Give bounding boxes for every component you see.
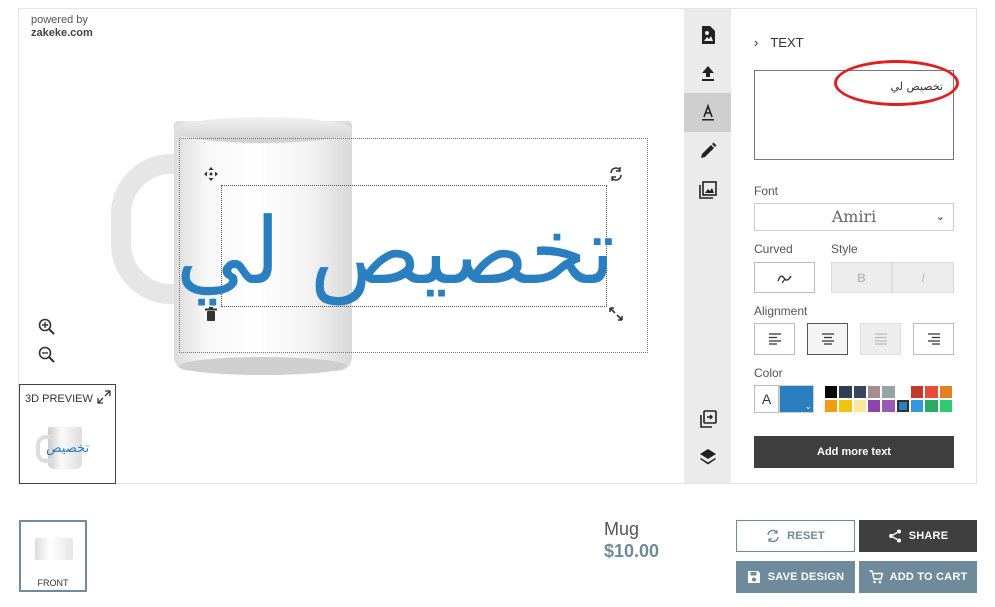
text-options-panel: › TEXT تخصيص لي Font Amiri ⌄ Curved Style… bbox=[754, 9, 976, 483]
align-right-icon bbox=[927, 333, 940, 345]
image-gallery-icon bbox=[698, 180, 717, 199]
color-swatch[interactable] bbox=[895, 399, 910, 413]
chevron-down-icon: ⌄ bbox=[804, 401, 812, 411]
chevron-down-icon: ⌄ bbox=[935, 210, 945, 223]
color-swatch[interactable] bbox=[866, 399, 882, 413]
product-name: Mug bbox=[604, 519, 640, 539]
align-left-button[interactable] bbox=[754, 323, 795, 355]
color-swatch[interactable] bbox=[852, 385, 867, 399]
color-swatch[interactable] bbox=[824, 399, 839, 413]
side-label: FRONT bbox=[37, 578, 69, 588]
product-price: $10.00 bbox=[604, 541, 660, 561]
zakeke-link[interactable]: zakeke.com bbox=[31, 27, 93, 40]
align-center-button[interactable] bbox=[807, 323, 848, 355]
align-left-icon bbox=[768, 333, 781, 345]
alignment-label: Alignment bbox=[754, 304, 808, 318]
add-more-text-button[interactable]: Add more text bbox=[754, 436, 954, 468]
color-swatch[interactable] bbox=[938, 385, 953, 399]
3d-mug-preview: تخصيص bbox=[36, 427, 89, 469]
text-tool-button[interactable] bbox=[684, 93, 731, 132]
copy-sides-tool-button[interactable] bbox=[684, 399, 731, 438]
align-right-button[interactable] bbox=[913, 323, 954, 355]
side-thumbnail-front[interactable]: FRONT bbox=[19, 520, 87, 592]
add-to-cart-label: ADD TO CART bbox=[889, 571, 968, 583]
share-label: SHARE bbox=[908, 530, 949, 542]
style-label: Style bbox=[831, 242, 858, 256]
color-swatch[interactable] bbox=[866, 385, 882, 399]
font-select-value: Amiri bbox=[831, 207, 877, 226]
resize-handle-icon[interactable] bbox=[607, 307, 625, 325]
expand-icon[interactable] bbox=[97, 390, 111, 404]
3d-preview-label: 3D PREVIEW bbox=[25, 393, 93, 405]
draw-icon bbox=[700, 142, 716, 158]
text-tool-icon bbox=[701, 103, 714, 120]
move-handle-icon[interactable] bbox=[202, 167, 220, 185]
highlight-annotation bbox=[834, 60, 959, 106]
3d-preview-panel[interactable]: 3D PREVIEW تخصيص bbox=[19, 384, 116, 484]
curved-label: Curved bbox=[754, 242, 793, 256]
zoom-out-icon[interactable] bbox=[37, 345, 61, 369]
zoom-in-icon[interactable] bbox=[37, 317, 61, 341]
curved-toggle-button[interactable] bbox=[754, 262, 815, 293]
font-select[interactable]: Amiri ⌄ bbox=[754, 203, 954, 231]
color-palette bbox=[824, 385, 953, 413]
product-customizer: powered by zakeke.com تخصيص لي 3D PREVIE… bbox=[18, 8, 977, 484]
color-letter-preview: A bbox=[754, 385, 779, 413]
color-swatch[interactable] bbox=[909, 385, 925, 399]
save-design-label: SAVE DESIGN bbox=[767, 571, 845, 583]
template-icon bbox=[701, 25, 715, 44]
reset-icon bbox=[767, 529, 779, 543]
share-button[interactable]: SHARE bbox=[859, 520, 977, 552]
template-tool-button[interactable] bbox=[684, 15, 731, 54]
color-swatch[interactable] bbox=[852, 399, 867, 413]
powered-by-branding[interactable]: powered by zakeke.com bbox=[31, 14, 93, 40]
color-swatch[interactable] bbox=[924, 385, 939, 399]
color-swatch[interactable] bbox=[938, 399, 953, 413]
color-swatch[interactable] bbox=[924, 399, 939, 413]
reset-label: RESET bbox=[787, 530, 825, 542]
copy-to-sides-icon bbox=[699, 409, 717, 428]
align-justify-button[interactable] bbox=[860, 323, 901, 355]
color-swatch[interactable] bbox=[909, 399, 925, 413]
add-to-cart-button[interactable]: ADD TO CART bbox=[859, 561, 977, 593]
layers-tool-button[interactable] bbox=[684, 437, 731, 476]
italic-button[interactable]: I bbox=[892, 262, 954, 293]
cart-icon bbox=[869, 570, 883, 584]
mug-base-image bbox=[179, 357, 347, 375]
save-design-button[interactable]: SAVE DESIGN bbox=[736, 561, 855, 593]
powered-by-text: powered by bbox=[31, 14, 88, 26]
draw-tool-button[interactable] bbox=[684, 131, 731, 170]
3d-preview-text: تخصيص bbox=[46, 441, 90, 456]
rotate-handle-icon[interactable] bbox=[607, 166, 625, 184]
upload-icon bbox=[701, 65, 714, 81]
upload-tool-button[interactable] bbox=[684, 53, 731, 92]
layers-icon bbox=[699, 448, 716, 464]
color-swatch[interactable] bbox=[824, 385, 839, 399]
align-justify-icon bbox=[874, 333, 887, 345]
text-section-header[interactable]: › TEXT bbox=[754, 35, 804, 50]
chevron-right-icon: › bbox=[754, 35, 759, 50]
color-swatch[interactable] bbox=[838, 399, 853, 413]
align-center-icon bbox=[821, 333, 834, 345]
reset-button[interactable]: RESET bbox=[736, 520, 855, 552]
color-swatch[interactable] bbox=[881, 385, 896, 399]
color-swatch[interactable] bbox=[881, 399, 896, 413]
curved-text-icon bbox=[776, 274, 792, 283]
color-swatch[interactable] bbox=[895, 385, 910, 399]
color-label: Color bbox=[754, 366, 783, 380]
bold-button[interactable]: B bbox=[831, 262, 892, 293]
image-tool-button[interactable] bbox=[684, 170, 731, 209]
front-side-mug-thumbnail bbox=[35, 538, 73, 560]
color-swatch[interactable] bbox=[838, 385, 853, 399]
font-label: Font bbox=[754, 184, 779, 198]
tool-sidebar bbox=[684, 9, 731, 483]
delete-handle-icon[interactable] bbox=[202, 307, 220, 325]
design-text-item[interactable]: تخصيص لي bbox=[176, 177, 615, 327]
save-icon bbox=[747, 571, 760, 583]
text-section-title: TEXT bbox=[770, 35, 804, 50]
share-icon bbox=[888, 529, 901, 543]
color-picker-button[interactable]: ⌄ bbox=[779, 385, 814, 413]
